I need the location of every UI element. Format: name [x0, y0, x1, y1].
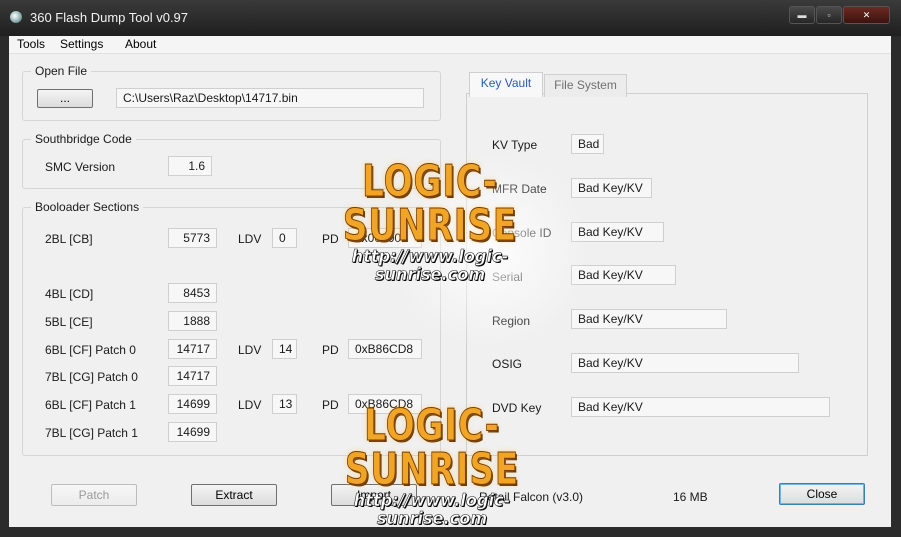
console-id-label: Console ID	[492, 226, 552, 240]
bl-cg0-field: 14717	[168, 366, 217, 386]
bl-cb-ldv-label: LDV	[238, 232, 262, 246]
menu-tools[interactable]: Tools	[17, 37, 45, 51]
dvd-key-field: Bad Key/KV	[571, 397, 830, 417]
tab-key-vault[interactable]: Key Vault	[469, 72, 543, 97]
menu-settings[interactable]: Settings	[60, 37, 103, 51]
menu-bar: Tools Settings About	[9, 36, 891, 54]
minimize-button[interactable]: ▬	[789, 6, 815, 24]
bl-cf0-pd-field: 0xB86CD8	[348, 339, 422, 359]
bl-cb-label: 2BL [CB]	[45, 232, 93, 246]
bl-cf1-ldv-label: LDV	[238, 398, 262, 412]
window-title: 360 Flash Dump Tool v0.97	[30, 10, 189, 25]
bl-cf0-pd-label: PD	[322, 343, 339, 357]
flash-size-status: 16 MB	[673, 490, 708, 504]
bl-cb-ldv-field: 0	[272, 228, 297, 248]
bl-cb-field: 5773	[168, 228, 217, 248]
bl-cf0-ldv-label: LDV	[238, 343, 262, 357]
mfr-date-label: MFR Date	[492, 182, 547, 196]
bl-cg1-label: 7BL [CG] Patch 1	[45, 426, 138, 440]
kv-type-label: KV Type	[492, 138, 538, 152]
bl-cg1-field: 14699	[168, 422, 217, 442]
bl-ce-field: 1888	[168, 311, 217, 331]
osig-label: OSIG	[492, 357, 523, 371]
osig-field: Bad Key/KV	[571, 353, 799, 373]
bl-cf1-pd-label: PD	[322, 398, 339, 412]
open-file-title: Open File	[31, 64, 92, 78]
client-area: Tools Settings About Open File ... C:\Us…	[9, 36, 891, 527]
maximize-button[interactable]: ▫	[816, 6, 842, 24]
southbridge-title: Southbridge Code	[31, 132, 136, 146]
patch-button[interactable]: Patch	[51, 484, 137, 506]
bl-cd-label: 4BL [CD]	[45, 287, 94, 301]
bl-cf0-label: 6BL [CF] Patch 0	[45, 343, 136, 357]
bl-cf0-field: 14717	[168, 339, 217, 359]
file-path-field[interactable]: C:\Users\Raz\Desktop\14717.bin	[116, 88, 424, 108]
bl-cf1-field: 14699	[168, 394, 217, 414]
bl-cf1-label: 6BL [CF] Patch 1	[45, 398, 136, 412]
extract-button[interactable]: Extract	[191, 484, 277, 506]
close-button[interactable]: Close	[779, 483, 865, 505]
title-bar: 360 Flash Dump Tool v0.97 ▬ ▫ ✕	[0, 0, 901, 36]
smc-version-label: SMC Version	[45, 160, 116, 174]
serial-label: Serial	[492, 270, 523, 284]
close-window-button[interactable]: ✕	[843, 6, 890, 24]
smc-version-field: 1.6	[168, 156, 212, 176]
bl-cf0-ldv-field: 14	[272, 339, 297, 359]
bl-ce-label: 5BL [CE]	[45, 315, 93, 329]
kv-type-field: Bad	[571, 134, 604, 154]
bl-cg0-label: 7BL [CG] Patch 0	[45, 370, 138, 384]
bl-cd-field: 8453	[168, 283, 217, 303]
bl-cf1-pd-field: 0xB86CD8	[348, 394, 422, 414]
bl-cb-pd-field: 0x000000	[348, 228, 422, 248]
bl-cf1-ldv-field: 13	[272, 394, 297, 414]
region-label: Region	[492, 314, 531, 328]
dvd-key-label: DVD Key	[492, 401, 542, 415]
import-button[interactable]: Import	[331, 484, 417, 506]
serial-field: Bad Key/KV	[571, 265, 676, 285]
bootloader-title: Booloader Sections	[31, 200, 144, 214]
app-icon	[10, 11, 22, 23]
console-type-status: Retail Falcon (v3.0)	[479, 490, 584, 504]
console-id-field: Bad Key/KV	[571, 222, 664, 242]
region-field: Bad Key/KV	[571, 309, 727, 329]
tab-file-system[interactable]: File System	[544, 74, 627, 97]
bl-cb-pd-label: PD	[322, 232, 339, 246]
menu-about[interactable]: About	[125, 37, 156, 51]
mfr-date-field: Bad Key/KV	[571, 178, 652, 198]
browse-button[interactable]: ...	[37, 89, 93, 108]
